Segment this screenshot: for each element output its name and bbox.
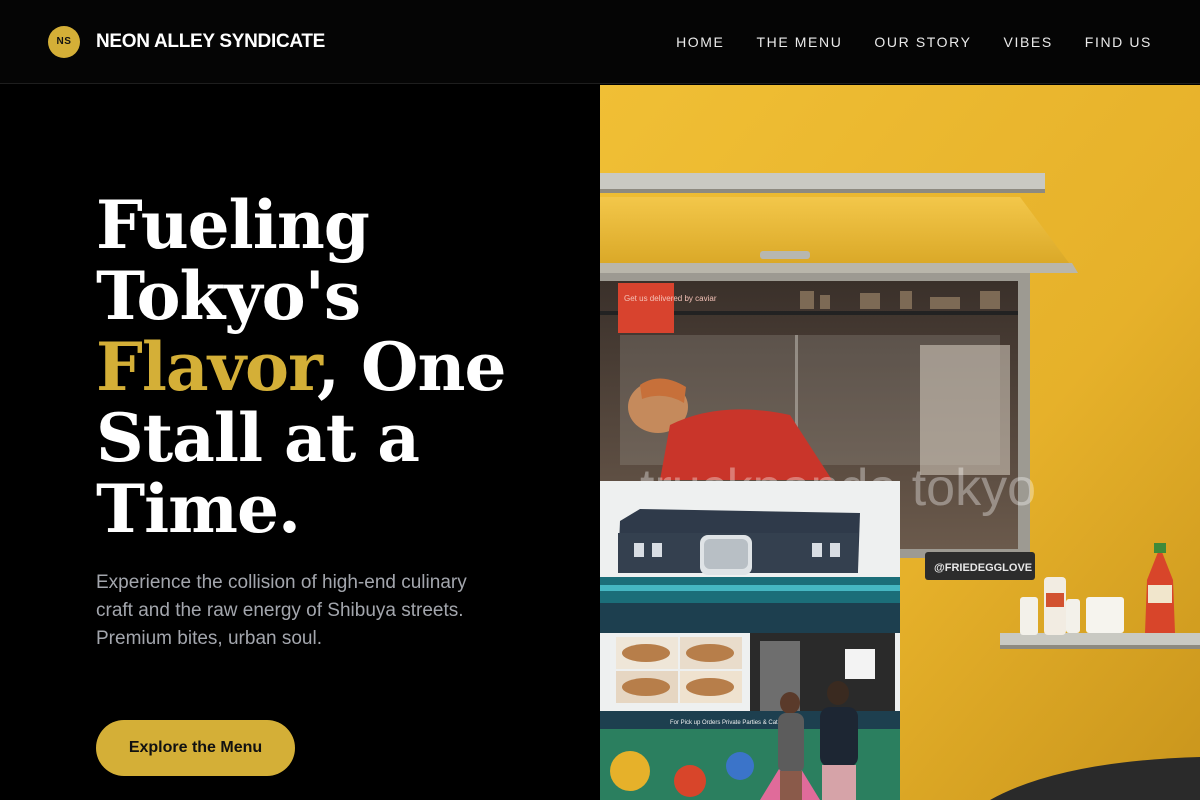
headline-part-1: Fueling Tokyo's <box>96 186 370 335</box>
brand[interactable]: NS NEON ALLEY SYNDICATE <box>48 25 325 58</box>
window-sticker-text: Get us delivered by caviar <box>624 294 717 303</box>
explore-menu-button[interactable]: Explore the Menu <box>96 720 295 776</box>
blue-truck-illustration: For Pick up Orders Private Parties & Cat… <box>600 481 900 800</box>
inset-food-truck-photo: For Pick up Orders Private Parties & Cat… <box>600 481 900 800</box>
hero-subtext: Experience the collision of high-end cul… <box>96 572 467 649</box>
hero-headline: Fueling Tokyo's Flavor, One Stall at a T… <box>96 190 556 545</box>
nav-the-menu[interactable]: THE MENU <box>757 34 843 50</box>
nav-vibes[interactable]: VIBES <box>1004 34 1053 50</box>
nav-our-story[interactable]: OUR STORY <box>874 34 971 50</box>
nav-home[interactable]: HOME <box>676 34 724 50</box>
brand-logo[interactable]: NS <box>48 25 80 58</box>
main-nav: HOME THE MENU OUR STORY VIBES FIND US <box>676 34 1152 50</box>
hero-text-panel: Fueling Tokyo's Flavor, One Stall at a T… <box>0 85 600 800</box>
truck-sign-text: @FRIEDEGGLOVE <box>934 562 1032 574</box>
headline-accent: Flavor <box>96 328 318 406</box>
site-header: NS NEON ALLEY SYNDICATE HOME THE MENU OU… <box>0 0 1200 84</box>
brand-name[interactable]: NEON ALLEY SYNDICATE <box>96 31 325 53</box>
nav-find-us[interactable]: FIND US <box>1085 34 1152 50</box>
